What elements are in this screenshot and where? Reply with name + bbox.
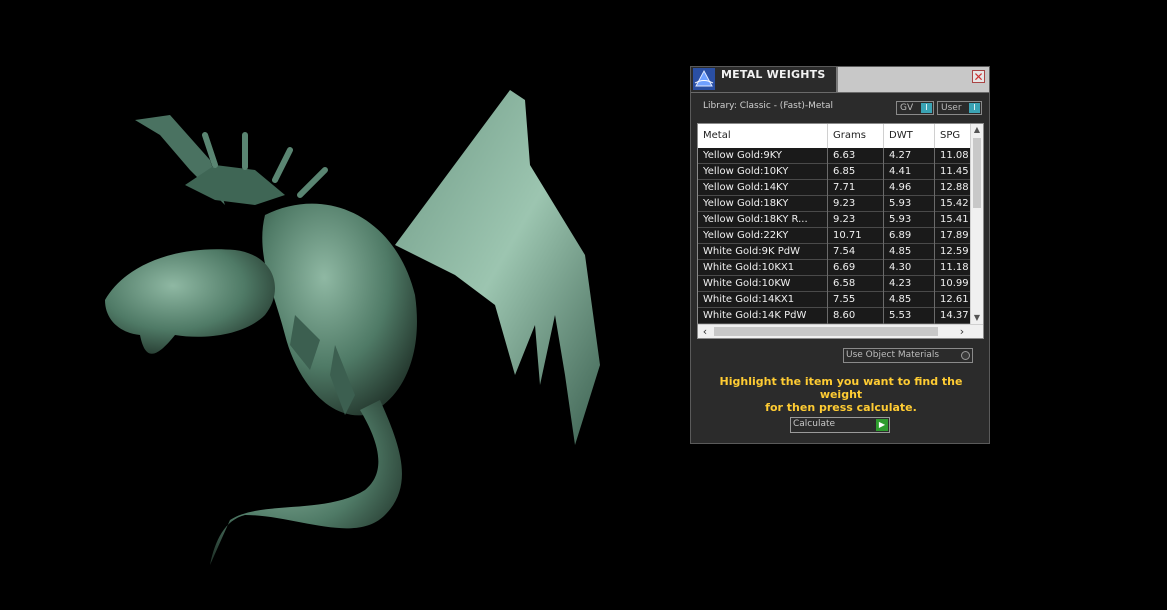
metal-weights-panel: METAL WEIGHTS ✕ Library: Classic - (Fast… (690, 66, 990, 444)
table-body: Yellow Gold:9KY 6.63 4.27 11.08 Yellow Gold:… (698, 148, 970, 324)
cell-spg: 12.61 (940, 294, 969, 305)
cell-dwt: 5.93 (884, 212, 935, 228)
cell-spg: 14.37 (940, 310, 969, 321)
table-row[interactable]: Yellow Gold:10KY 6.85 4.41 11.45 (698, 164, 970, 180)
cell-dwt: 5.53 (884, 308, 935, 324)
cell-grams: 6.58 (828, 276, 884, 292)
table-row[interactable]: White Gold:10KX1 6.69 4.30 11.18 (698, 260, 970, 276)
cell-dwt: 5.93 (884, 196, 935, 212)
scroll-left-icon[interactable]: ‹ (698, 325, 712, 338)
cell-metal: Yellow Gold:10KY (698, 164, 828, 180)
use-object-materials-toggle[interactable]: Use Object Materials (843, 348, 973, 363)
app-logo-icon (693, 68, 715, 90)
library-label: Library: Classic - (Fast)-Metal (703, 101, 834, 111)
user-toggle-knob: I (969, 103, 980, 113)
panel-title: METAL WEIGHTS (721, 68, 826, 81)
cell-spg: 15.42 (940, 198, 969, 209)
cell-metal: White Gold:10KX1 (698, 260, 828, 276)
play-arrow-icon[interactable]: ▶ (876, 419, 888, 431)
horizontal-scrollbar[interactable]: ‹ › (698, 324, 983, 338)
cell-spg: 11.18 (940, 262, 969, 273)
cell-grams: 7.71 (828, 180, 884, 196)
cell-dwt: 4.85 (884, 292, 935, 308)
table-header: Metal Grams DWT SPG (698, 124, 970, 148)
cell-grams: 8.60 (828, 308, 884, 324)
cell-grams: 6.63 (828, 148, 884, 164)
use-object-materials-label: Use Object Materials (846, 350, 940, 360)
user-toggle[interactable]: User I (937, 101, 982, 115)
close-button[interactable]: ✕ (972, 70, 985, 83)
horizontal-scroll-thumb[interactable] (714, 327, 938, 336)
cell-metal: White Gold:9K PdW (698, 244, 828, 260)
cell-spg: 12.88 (940, 182, 969, 193)
radio-icon[interactable] (961, 351, 970, 360)
cell-spg: 17.89 (940, 230, 969, 241)
cell-metal: Yellow Gold:9KY (698, 148, 828, 164)
dragon-3d-model[interactable] (95, 75, 615, 575)
cell-metal: White Gold:14K PdW (698, 308, 828, 324)
cell-dwt: 4.27 (884, 148, 935, 164)
cell-dwt: 4.23 (884, 276, 935, 292)
column-header-grams[interactable]: Grams (828, 124, 884, 148)
column-header-dwt[interactable]: DWT (884, 124, 935, 148)
cell-spg: 15.41 (940, 214, 969, 225)
3d-viewport[interactable] (0, 0, 1167, 610)
table-row[interactable]: Yellow Gold:18KY 9.23 5.93 15.42 (698, 196, 970, 212)
metal-table: Metal Grams DWT SPG Yellow Gold:9KY 6.63 4… (697, 123, 984, 339)
table-row[interactable]: White Gold:14KX1 7.55 4.85 12.61 (698, 292, 970, 308)
column-header-metal[interactable]: Metal (698, 124, 828, 148)
column-header-spg[interactable]: SPG (935, 124, 970, 148)
cell-metal: Yellow Gold:14KY (698, 180, 828, 196)
scroll-right-icon[interactable]: › (955, 325, 969, 338)
table-row[interactable]: Yellow Gold:18KY R... 9.23 5.93 15.41 (698, 212, 970, 228)
calculate-label: Calculate (793, 419, 836, 429)
cell-grams: 6.85 (828, 164, 884, 180)
cell-spg: 10.99 (940, 278, 969, 289)
table-row[interactable]: Yellow Gold:22KY 10.71 6.89 17.89 (698, 228, 970, 244)
cell-grams: 9.23 (828, 212, 884, 228)
table-row[interactable]: Yellow Gold:9KY 6.63 4.27 11.08 (698, 148, 970, 164)
instruction-line-1: Highlight the item you want to find the … (719, 375, 963, 401)
cell-dwt: 4.96 (884, 180, 935, 196)
vertical-scroll-thumb[interactable] (973, 138, 981, 208)
cell-grams: 6.69 (828, 260, 884, 276)
cell-metal: Yellow Gold:18KY R... (698, 212, 828, 228)
instruction-line-2: for then press calculate. (765, 401, 917, 414)
instruction-text: Highlight the item you want to find the … (701, 375, 981, 414)
cell-spg: 11.45 (940, 166, 969, 177)
cell-grams: 7.55 (828, 292, 884, 308)
gv-toggle[interactable]: GV I (896, 101, 934, 115)
cell-grams: 7.54 (828, 244, 884, 260)
cell-metal: Yellow Gold:22KY (698, 228, 828, 244)
gv-toggle-knob: I (921, 103, 932, 113)
cell-dwt: 6.89 (884, 228, 935, 244)
scroll-up-icon[interactable]: ▲ (971, 124, 983, 136)
cell-grams: 9.23 (828, 196, 884, 212)
calculate-button[interactable]: Calculate ▶ (790, 417, 890, 433)
scroll-down-icon[interactable]: ▼ (971, 312, 983, 324)
cell-metal: White Gold:14KX1 (698, 292, 828, 308)
panel-titlebar[interactable]: METAL WEIGHTS ✕ (691, 67, 989, 93)
table-row[interactable]: White Gold:14K PdW 8.60 5.53 14.37 (698, 308, 970, 324)
cell-dwt: 4.41 (884, 164, 935, 180)
title-tab: METAL WEIGHTS (691, 67, 838, 92)
cell-dwt: 4.85 (884, 244, 935, 260)
table-row[interactable]: Yellow Gold:14KY 7.71 4.96 12.88 (698, 180, 970, 196)
table-row[interactable]: White Gold:10KW 6.58 4.23 10.99 (698, 276, 970, 292)
table-row[interactable]: White Gold:9K PdW 7.54 4.85 12.59 (698, 244, 970, 260)
cell-spg: 12.59 (940, 246, 969, 257)
cell-dwt: 4.30 (884, 260, 935, 276)
user-toggle-label: User (941, 103, 962, 113)
cell-spg: 11.08 (940, 150, 969, 161)
cell-grams: 10.71 (828, 228, 884, 244)
cell-metal: Yellow Gold:18KY (698, 196, 828, 212)
gv-toggle-label: GV (900, 103, 914, 113)
vertical-scrollbar[interactable]: ▲ ▼ (970, 124, 983, 324)
cell-metal: White Gold:10KW (698, 276, 828, 292)
